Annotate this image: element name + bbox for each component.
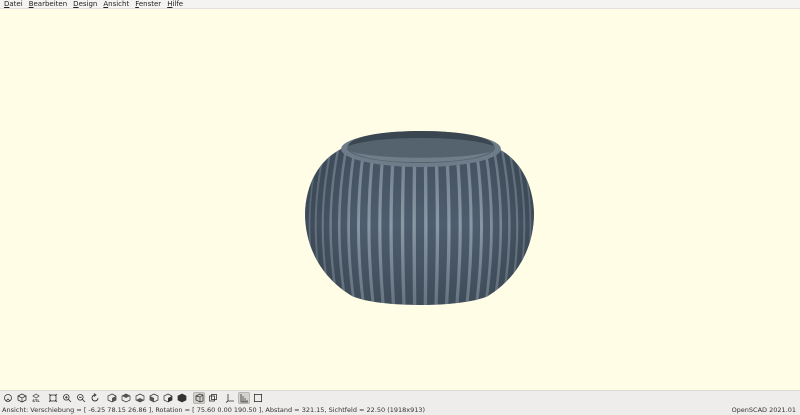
zoom-in-icon [63, 393, 72, 402]
menu-bar: Datei Bearbeiten Design Ansicht Fenster Hilfe [0, 0, 800, 9]
preview-button[interactable] [2, 392, 14, 404]
view-bottom-icon [135, 393, 145, 402]
show-axes-icon [225, 393, 234, 403]
view-bottom-button[interactable] [134, 392, 146, 404]
bowl-rib [536, 150, 547, 305]
zoom-out-button[interactable] [75, 392, 87, 404]
view-left-icon [149, 393, 159, 402]
menu-item-3[interactable]: Ansicht [99, 0, 131, 9]
view-status-text: Ansicht: Verschiebung = [ -6.25 78.15 26… [2, 405, 426, 414]
ribbed-bowl-model [293, 131, 547, 305]
view-front-button[interactable] [162, 392, 174, 404]
3d-viewport[interactable] [0, 9, 800, 390]
view-right-button[interactable] [106, 392, 118, 404]
zoom-in-button[interactable] [61, 392, 73, 404]
bowl-rib [535, 150, 546, 305]
view-right-icon [107, 393, 117, 402]
reset-view-button[interactable] [89, 392, 101, 404]
show-axes-button[interactable] [224, 392, 236, 404]
status-bar: Ansicht: Verschiebung = [ -6.25 78.15 26… [0, 404, 800, 415]
orthogonal-icon [209, 393, 217, 401]
view-left-button[interactable] [148, 392, 160, 404]
show-scale-icon [240, 393, 248, 402]
view-top-icon [121, 393, 131, 402]
bowl-rib [305, 150, 308, 305]
perspective-button[interactable] [193, 391, 205, 404]
render-icon [17, 393, 27, 402]
view-front-icon [163, 393, 173, 402]
view-all-icon [48, 393, 58, 402]
menu-item-1[interactable]: Bearbeiten [25, 0, 69, 9]
stl-label: STL [32, 398, 40, 403]
bowl-rib [305, 150, 306, 305]
view-toolbar: STL [0, 390, 800, 404]
menu-item-0[interactable]: Datei [0, 0, 25, 9]
perspective-icon [195, 393, 204, 402]
show-edges-button[interactable] [252, 392, 264, 404]
menu-item-5[interactable]: Hilfe [163, 0, 185, 9]
version-label: OpenSCAD 2021.01 [731, 405, 796, 414]
bowl-rib [532, 150, 534, 305]
menu-item-2[interactable]: Design [69, 0, 99, 9]
preview-icon [4, 393, 12, 402]
zoom-out-icon [77, 393, 86, 402]
view-all-button[interactable] [47, 392, 59, 404]
orthogonal-button[interactable] [207, 392, 219, 404]
view-back-button[interactable] [176, 392, 188, 404]
reset-view-icon [91, 392, 99, 401]
export-stl-button[interactable]: STL [30, 392, 42, 404]
view-back-icon [177, 393, 187, 402]
show-edges-icon [253, 393, 263, 402]
view-top-button[interactable] [120, 392, 132, 404]
render-button[interactable] [16, 392, 28, 404]
bowl-rib [293, 150, 304, 305]
show-scale-button[interactable] [238, 391, 250, 404]
menu-item-4[interactable]: Fenster [131, 0, 163, 9]
